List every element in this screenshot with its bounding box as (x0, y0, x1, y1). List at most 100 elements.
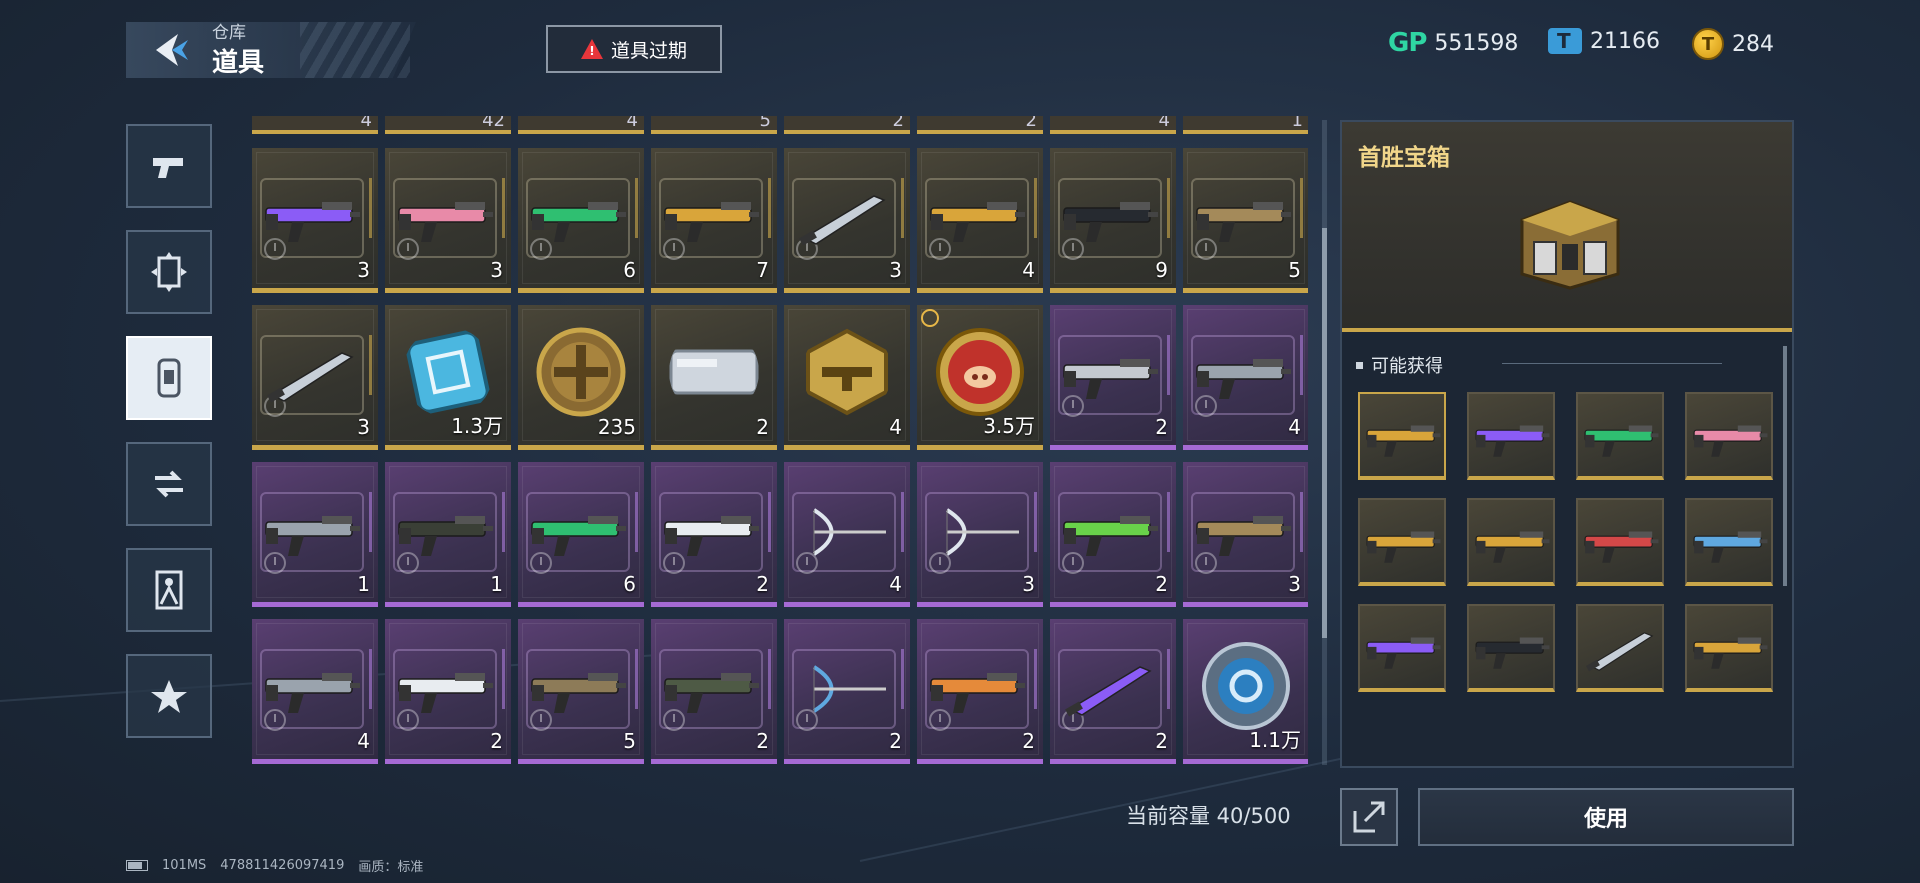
inventory-slot[interactable]: 5 (1183, 148, 1308, 293)
inventory-slot[interactable]: 2 (651, 619, 777, 764)
back-button[interactable] (148, 30, 192, 70)
inventory-slot-partial[interactable]: 4 (1050, 116, 1176, 134)
item-quantity: 1 (490, 572, 503, 596)
rarity-bar (369, 178, 372, 238)
inventory-grid[interactable]: 4 42 4 5 2 2 4 1 3 3 6 7 3 4 9 5 3 1.3万 235 2 4 3.5万 2 4 1 1 6 2 4 3… (252, 116, 1308, 766)
reward-slot[interactable] (1467, 498, 1555, 586)
knife-icon (1585, 632, 1654, 672)
inventory-slot-partial[interactable]: 1 (1183, 116, 1308, 134)
inventory-slot[interactable]: 4 (252, 619, 378, 764)
side-tab-weapons[interactable] (126, 124, 212, 208)
inventory-slot[interactable]: 3 (1183, 462, 1308, 607)
black-red-rifle-icon (1475, 637, 1550, 669)
reward-slot[interactable] (1576, 498, 1664, 586)
inventory-slot[interactable]: 2 (1050, 619, 1176, 764)
inventory-slot-partial[interactable]: 4 (252, 116, 378, 134)
inventory-slot-partial[interactable]: 2 (917, 116, 1043, 134)
gold-sniper-icon (930, 202, 1025, 242)
use-button[interactable]: 使用 (1418, 788, 1794, 846)
item-quantity: 2 (1155, 572, 1168, 596)
reward-slot[interactable] (1576, 392, 1664, 480)
inventory-slot[interactable]: 3 (784, 148, 910, 293)
camo-rifle-icon (664, 673, 759, 713)
inventory-slot[interactable]: 2 (1050, 462, 1176, 607)
rarity-bar (901, 649, 904, 709)
expired-items-button[interactable]: ! 道具过期 (546, 25, 722, 73)
inventory-slot[interactable]: 2 (784, 619, 910, 764)
inventory-slot[interactable]: 1.3万 (385, 305, 511, 450)
currency-coin: T 284 (1692, 28, 1774, 60)
reward-slot[interactable] (1358, 392, 1446, 480)
green-rifle-icon (531, 202, 626, 242)
reward-slot[interactable] (1358, 604, 1446, 692)
inventory-slot[interactable]: 2 (651, 305, 777, 450)
item-quantity: 3 (1288, 572, 1301, 596)
inventory-slot[interactable]: 2 (917, 619, 1043, 764)
inventory-scrollbar-thumb[interactable] (1322, 228, 1327, 638)
inventory-slot[interactable]: 3.5万 (917, 305, 1043, 450)
inventory-slot[interactable]: 3 (385, 148, 511, 293)
inventory-slot[interactable]: 4 (1183, 305, 1308, 450)
inventory-slot[interactable]: 5 (518, 619, 644, 764)
inventory-slot[interactable]: 7 (651, 148, 777, 293)
reward-slot[interactable] (1685, 392, 1773, 480)
inventory-slot[interactable]: 4 (784, 305, 910, 450)
inventory-slot[interactable]: 6 (518, 462, 644, 607)
coin-icon: T (1692, 28, 1724, 60)
pink-rifle-icon (398, 202, 493, 242)
inventory-slot-partial[interactable]: 42 (385, 116, 511, 134)
reward-slot[interactable] (1685, 604, 1773, 692)
rarity-bar (768, 492, 771, 552)
expired-items-label: 道具过期 (610, 39, 687, 62)
inventory-slot[interactable]: 2 (385, 619, 511, 764)
item-quantity: 3 (357, 258, 370, 282)
item-quantity: 2 (892, 116, 904, 131)
gold-pistol-icon (1366, 531, 1441, 563)
inventory-slot[interactable]: 6 (518, 148, 644, 293)
inventory-slot-partial[interactable]: 2 (784, 116, 910, 134)
side-tab-frames[interactable] (126, 230, 212, 314)
side-tab-characters[interactable] (126, 548, 212, 632)
ping-label: 101MS (162, 858, 207, 873)
inventory-slot[interactable]: 3 (252, 148, 378, 293)
rarity-bar (768, 649, 771, 709)
inventory-slot[interactable]: 9 (1050, 148, 1176, 293)
reward-slot[interactable] (1576, 604, 1664, 692)
inventory-slot-partial[interactable]: 5 (651, 116, 777, 134)
green-rifle-icon (1584, 425, 1659, 457)
inventory-slot[interactable]: 3 (252, 305, 378, 450)
item-card-icon (157, 358, 181, 398)
reward-slot[interactable] (1467, 604, 1555, 692)
battery-icon (126, 860, 148, 871)
gold-smg-icon (1693, 637, 1768, 669)
bronze-medal-icon (536, 327, 626, 417)
share-button[interactable] (1340, 788, 1398, 846)
side-tab-items[interactable] (126, 336, 212, 420)
inventory-slot[interactable]: 4 (917, 148, 1043, 293)
rarity-bar (635, 492, 638, 552)
inventory-slot[interactable]: 3 (917, 462, 1043, 607)
side-tab-achievements[interactable] (126, 654, 212, 738)
gold-rifle-icon (664, 202, 759, 242)
item-quantity: 4 (360, 116, 372, 131)
inventory-slot[interactable]: 1 (252, 462, 378, 607)
inventory-slot[interactable]: 2 (1050, 305, 1176, 450)
red-rifle-icon (1584, 531, 1659, 563)
inventory-slot[interactable]: 1.1万 (1183, 619, 1308, 764)
reward-slot[interactable] (1358, 498, 1446, 586)
gp-amount: 551598 (1434, 30, 1519, 56)
side-tab-transfer[interactable] (126, 442, 212, 526)
reward-slot[interactable] (1685, 498, 1773, 586)
inventory-slot-partial[interactable]: 4 (518, 116, 644, 134)
item-quantity: 2 (1022, 729, 1035, 753)
inventory-slot[interactable]: 4 (784, 462, 910, 607)
inventory-slot[interactable]: 1 (385, 462, 511, 607)
reward-slot[interactable] (1467, 392, 1555, 480)
inventory-slot[interactable]: 2 (651, 462, 777, 607)
timer-icon (921, 309, 939, 327)
inventory-slot[interactable]: 235 (518, 305, 644, 450)
item-quantity: 4 (626, 116, 638, 131)
mystery-gold-rifle-icon (1366, 425, 1441, 457)
rewards-scrollbar[interactable] (1783, 346, 1787, 586)
quality-label: 画质：标准 (358, 860, 424, 875)
